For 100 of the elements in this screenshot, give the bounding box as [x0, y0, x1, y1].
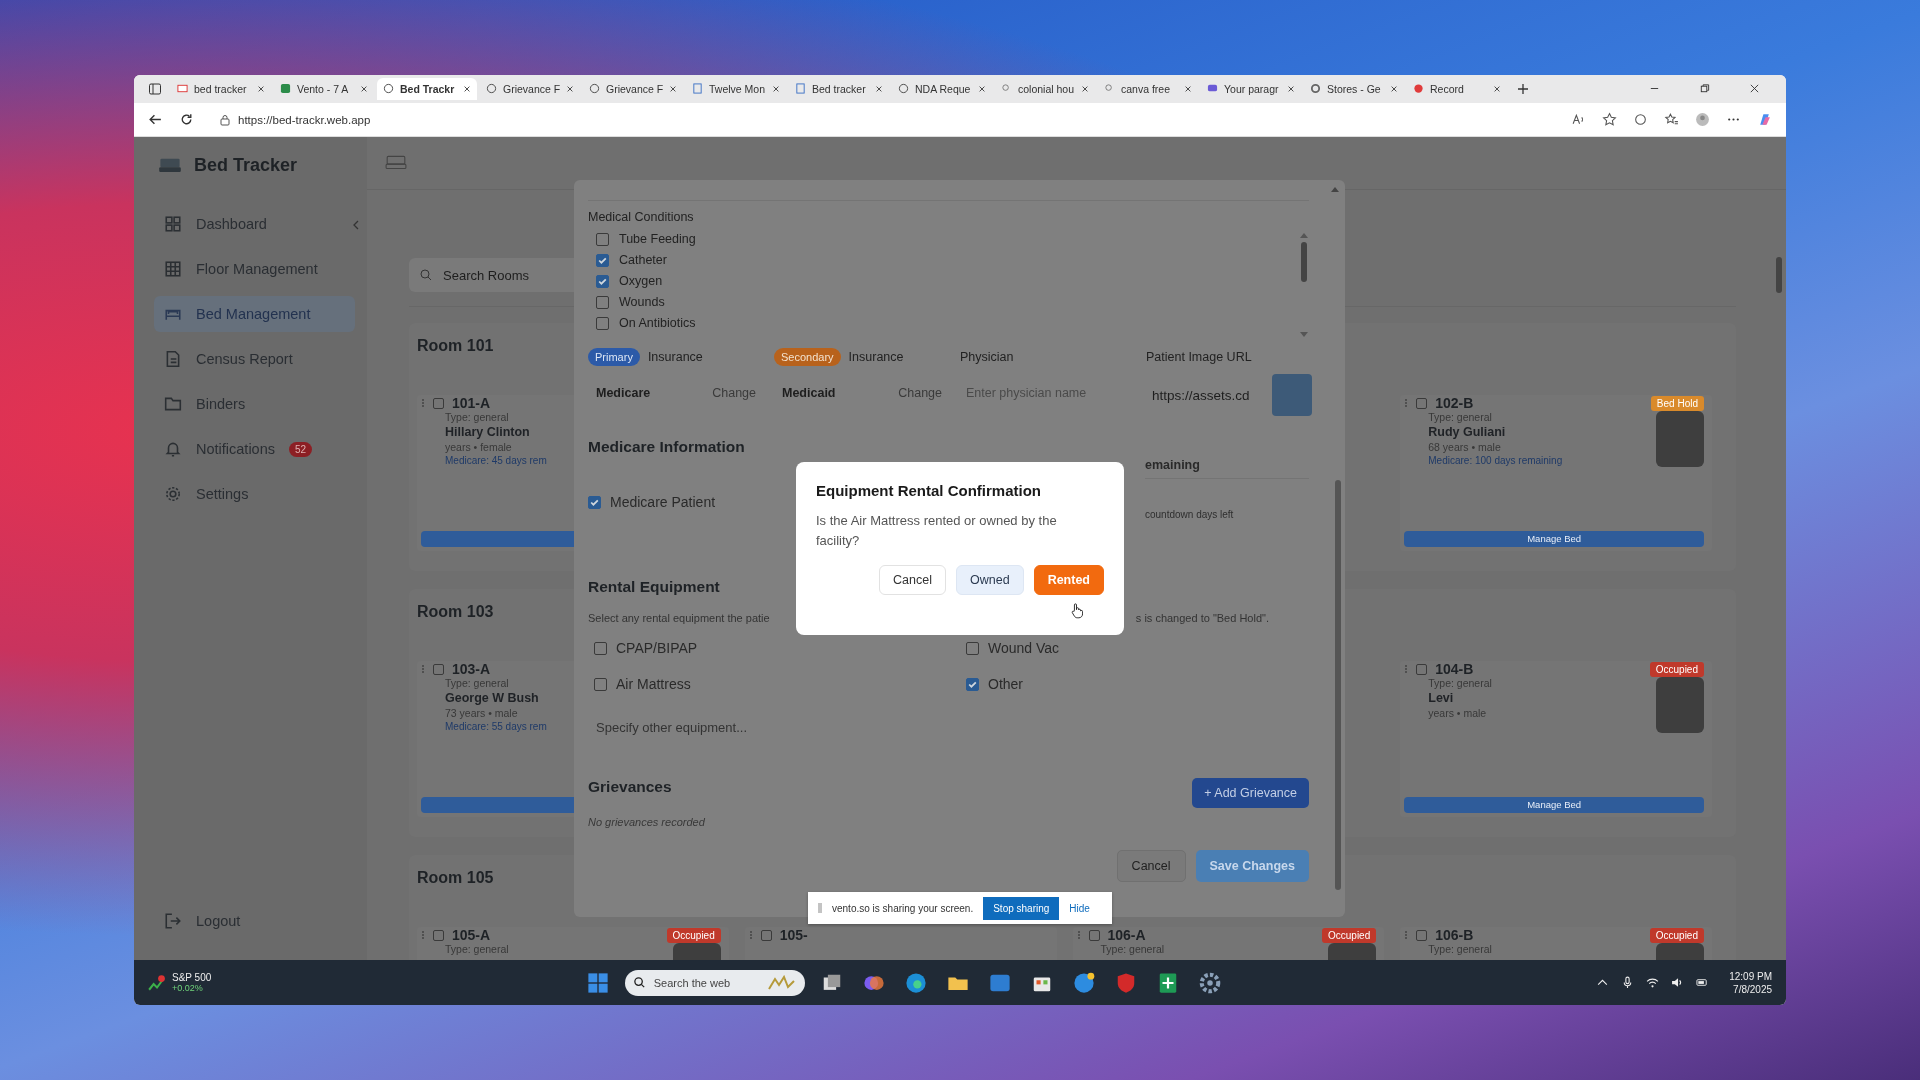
stop-sharing-button[interactable]: Stop sharing — [983, 896, 1060, 920]
collapse-icon[interactable] — [352, 219, 360, 232]
checkbox[interactable] — [594, 641, 607, 655]
browser-tab[interactable]: Grievance F — [480, 77, 580, 100]
browser-tab[interactable]: canva free — [1098, 77, 1198, 100]
new-tab-icon[interactable] — [1516, 81, 1530, 96]
dialog-button[interactable]: Cancel — [879, 565, 946, 596]
help-icon[interactable] — [1072, 971, 1095, 994]
checkbox[interactable] — [1416, 397, 1428, 409]
star-icon[interactable] — [1602, 112, 1617, 128]
scrollbar-thumb[interactable] — [1776, 257, 1782, 294]
scroll-up-icon[interactable] — [1331, 186, 1339, 193]
bed-type: Type: general — [1428, 411, 1492, 424]
drag-handle-icon[interactable] — [1404, 930, 1409, 941]
checkbox[interactable] — [596, 253, 609, 267]
clock-time: 12:09 PM — [1729, 970, 1772, 982]
wifi-icon[interactable] — [1646, 976, 1660, 990]
nav-item[interactable]: Notifications 52 — [154, 431, 355, 468]
checkbox[interactable] — [594, 677, 607, 691]
checkbox[interactable] — [596, 295, 609, 309]
close-icon[interactable] — [1287, 84, 1295, 93]
checkbox[interactable] — [596, 232, 609, 246]
browser-tab[interactable]: bed tracker — [171, 77, 271, 100]
checkbox[interactable] — [966, 677, 979, 691]
checkbox[interactable] — [1416, 663, 1428, 675]
hide-link[interactable]: Hide — [1069, 902, 1090, 914]
close-icon[interactable] — [257, 84, 265, 93]
manage-bed-button[interactable]: Manage Bed — [1404, 531, 1704, 548]
close-icon[interactable] — [669, 84, 677, 93]
checkbox[interactable] — [966, 641, 979, 655]
checkbox[interactable] — [433, 929, 444, 941]
browser-tab[interactable]: Twelve Mon — [686, 77, 786, 100]
nav-icon — [164, 350, 182, 369]
drag-handle-icon[interactable] — [421, 930, 425, 941]
checkbox[interactable] — [596, 274, 609, 288]
stock-chart-icon[interactable] — [148, 973, 166, 992]
close-icon[interactable] — [1749, 83, 1760, 95]
manage-bed-button[interactable]: Manage Bed — [1404, 797, 1704, 814]
browser-tab[interactable]: Vento - 7 A — [274, 77, 374, 100]
browser-tab[interactable]: Bed Trackr — [377, 77, 477, 100]
sidebar-tabs-icon[interactable] — [148, 81, 162, 96]
bed-label: 104-B — [1435, 661, 1474, 678]
favicon-icon — [486, 83, 497, 95]
scrollbar-thumb[interactable] — [1335, 480, 1341, 891]
grip-icon[interactable] — [818, 902, 822, 915]
close-icon[interactable] — [772, 84, 780, 93]
browser-tab[interactable]: NDA Reque — [892, 77, 992, 100]
edge-browser-icon[interactable] — [904, 971, 927, 994]
close-icon[interactable] — [566, 84, 574, 93]
close-icon[interactable] — [1184, 84, 1192, 93]
dialog-button[interactable]: Owned — [956, 565, 1024, 596]
browser-tab[interactable]: Grievance F — [583, 77, 683, 100]
logout-icon — [164, 912, 182, 931]
checkbox[interactable] — [1088, 929, 1100, 941]
image-url-field[interactable]: https://assets.cd — [1146, 380, 1262, 411]
patient-name: Rudy Guliani — [1428, 425, 1506, 440]
browser-tab[interactable]: Bed tracker — [789, 77, 889, 100]
taskbar-search-field[interactable]: Search the web — [624, 969, 805, 996]
checkbox[interactable] — [433, 663, 444, 675]
room-title: Room 101 — [417, 337, 494, 355]
checkbox-label: Other — [988, 676, 1023, 693]
drag-handle-icon[interactable] — [1404, 398, 1409, 409]
browser-tab[interactable]: Your paragr — [1201, 77, 1301, 100]
close-icon[interactable] — [1390, 84, 1398, 93]
checkbox[interactable] — [1416, 929, 1428, 941]
checkbox[interactable] — [433, 397, 444, 409]
checkbox[interactable] — [760, 929, 772, 941]
lock-icon — [220, 113, 230, 126]
close-icon[interactable] — [1081, 84, 1089, 93]
browser-tab[interactable]: Record — [1407, 77, 1507, 100]
sharing-message: vento.so is sharing your screen. — [832, 902, 974, 914]
drag-handle-icon[interactable] — [1076, 930, 1081, 941]
start-icon[interactable] — [586, 971, 609, 994]
copilot-icon[interactable] — [1757, 112, 1772, 128]
drag-handle-icon[interactable] — [748, 930, 753, 941]
drag-handle-icon[interactable] — [421, 664, 425, 675]
patient-details: 73 years • male — [445, 707, 518, 720]
close-icon[interactable] — [360, 84, 368, 93]
close-icon[interactable] — [1493, 84, 1501, 93]
patient-details: 68 years • male — [1428, 441, 1501, 454]
close-icon[interactable] — [875, 84, 883, 93]
scrollbar-thumb[interactable] — [1301, 242, 1307, 283]
bed-type: Type: general — [445, 677, 509, 690]
close-icon[interactable] — [978, 84, 986, 93]
browser-tab[interactable]: colonial hou — [995, 77, 1095, 100]
patient-name: George W Bush — [445, 691, 539, 706]
drag-handle-icon[interactable] — [421, 398, 425, 409]
cancel-button[interactable]: Cancel — [1116, 850, 1186, 883]
add-grievance-button[interactable]: + Add Grievance — [1192, 778, 1309, 809]
other-equipment-field[interactable]: Specify other equipment... — [588, 710, 944, 745]
checkbox[interactable] — [596, 316, 609, 330]
settings-icon[interactable] — [1198, 971, 1221, 994]
nav-icon — [164, 215, 182, 234]
drag-handle-icon[interactable] — [1404, 664, 1409, 675]
restore-icon[interactable] — [1699, 83, 1710, 95]
status-badge: Occupied — [1649, 927, 1704, 943]
profile-icon[interactable] — [1695, 112, 1710, 128]
close-icon[interactable] — [463, 84, 471, 93]
browser-tab[interactable]: Stores - Ge — [1304, 77, 1404, 100]
checkbox[interactable] — [588, 495, 601, 509]
